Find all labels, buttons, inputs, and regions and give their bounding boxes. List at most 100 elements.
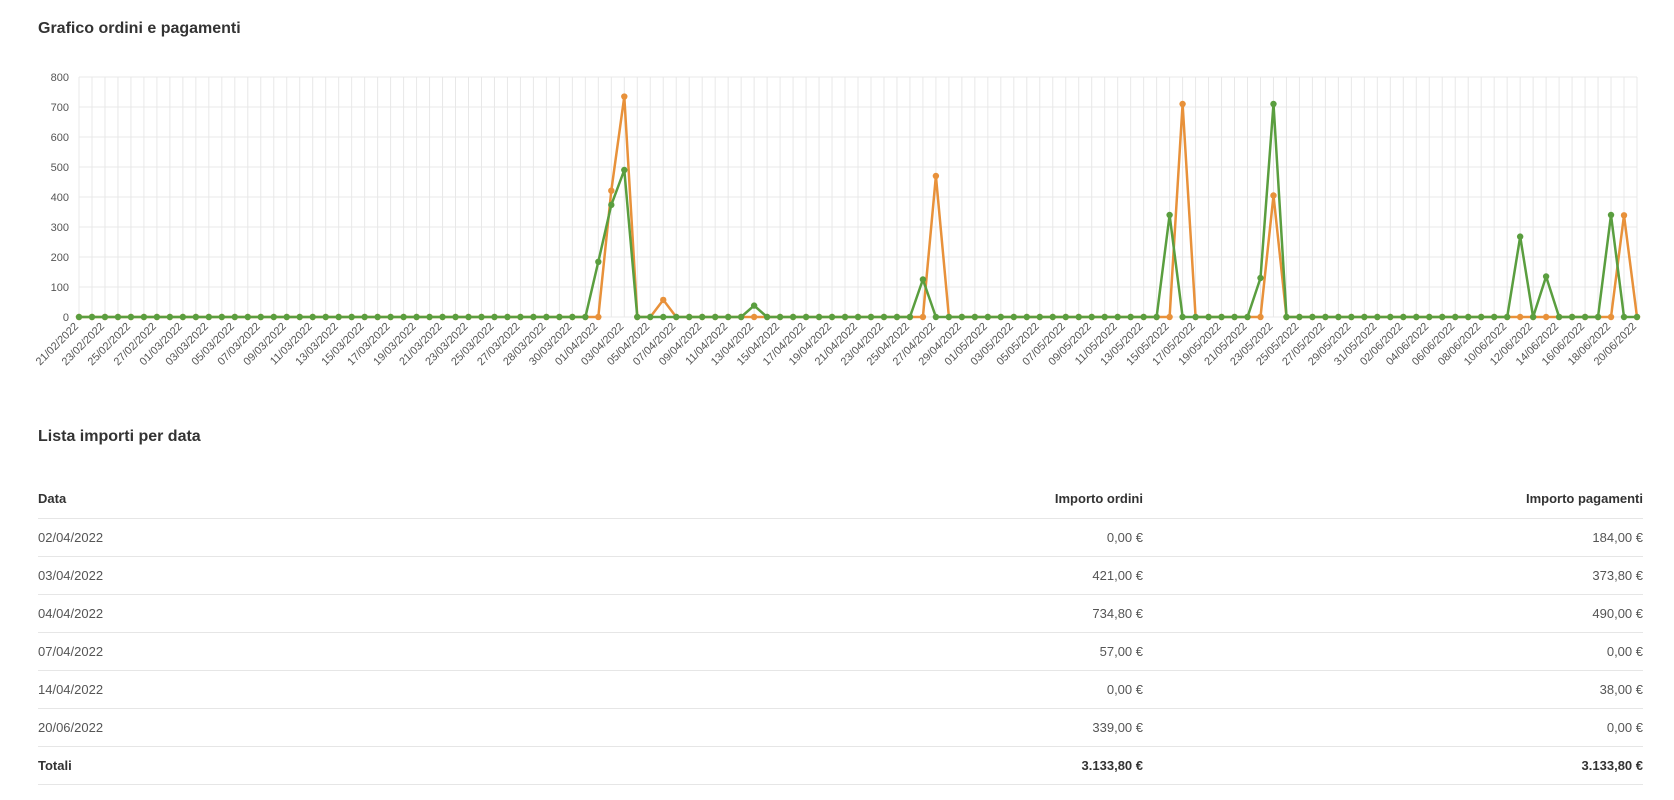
- data-point: [971, 313, 979, 321]
- data-point: [647, 313, 654, 321]
- y-tick-label: 100: [51, 282, 69, 294]
- data-point: [1542, 273, 1550, 280]
- data-point: [932, 172, 940, 180]
- data-point: [595, 258, 602, 265]
- data-point: [1426, 313, 1433, 321]
- data-point: [1452, 313, 1459, 321]
- data-point: [867, 313, 875, 321]
- data-point: [1114, 313, 1121, 321]
- data-point: [1387, 313, 1394, 321]
- data-point: [426, 313, 433, 321]
- data-point: [465, 313, 472, 321]
- data-point: [478, 313, 485, 321]
- chart-title: Grafico ordini e pagamenti: [38, 20, 241, 37]
- data-point: [127, 313, 135, 321]
- cell-date: 04/04/2022: [38, 594, 598, 633]
- data-point: [1555, 313, 1563, 321]
- data-point: [1335, 313, 1342, 321]
- data-point: [1361, 313, 1368, 321]
- data-point: [1179, 313, 1186, 321]
- data-point: [1542, 313, 1550, 321]
- data-point: [1594, 313, 1602, 321]
- cell-payments: 38,00 €: [1143, 670, 1643, 709]
- data-point: [387, 313, 394, 321]
- data-point: [1607, 313, 1615, 321]
- cell-payments: 373,80 €: [1143, 556, 1643, 595]
- cell-date: 02/04/2022: [38, 518, 598, 557]
- data-point: [932, 313, 940, 321]
- data-point: [906, 313, 914, 321]
- table-row: 14/04/2022 0,00 € 38,00 €: [38, 670, 1643, 709]
- data-point: [1439, 313, 1446, 321]
- data-point: [673, 313, 680, 321]
- data-point: [828, 313, 836, 321]
- data-point: [1205, 313, 1212, 321]
- column-header-payments: Importo pagamenti: [1143, 478, 1643, 519]
- data-point: [1465, 313, 1472, 321]
- y-tick-label: 800: [51, 72, 69, 84]
- data-point: [776, 313, 784, 321]
- data-point: [854, 313, 862, 321]
- data-point: [153, 313, 161, 321]
- data-point: [595, 313, 602, 321]
- data-point: [1192, 313, 1199, 321]
- data-point: [815, 313, 823, 321]
- cell-orders: 421,00 €: [598, 556, 1143, 595]
- data-point: [724, 313, 732, 321]
- table-title: Lista importi per data: [38, 428, 201, 445]
- data-point: [179, 313, 187, 321]
- cell-payments: 184,00 €: [1143, 518, 1643, 557]
- data-point: [750, 313, 758, 321]
- y-tick-label: 300: [51, 222, 69, 234]
- data-point: [1581, 313, 1589, 321]
- cell-orders: 57,00 €: [598, 632, 1143, 671]
- data-point: [984, 313, 992, 321]
- data-point: [413, 313, 420, 321]
- column-header-orders: Importo ordini: [598, 478, 1143, 519]
- data-point: [270, 313, 277, 321]
- cell-date: 07/04/2022: [38, 632, 598, 671]
- data-point: [361, 313, 368, 321]
- data-point: [140, 313, 148, 321]
- y-tick-label: 0: [63, 312, 69, 324]
- y-tick-label: 500: [51, 162, 69, 174]
- column-header-date: Data: [38, 478, 598, 519]
- data-point: [101, 313, 109, 321]
- data-point: [919, 313, 927, 321]
- data-point: [1620, 313, 1628, 321]
- cell-orders: 339,00 €: [598, 708, 1143, 747]
- data-point: [75, 313, 83, 321]
- data-point: [1400, 313, 1407, 321]
- data-point: [1088, 313, 1095, 321]
- data-point: [634, 313, 641, 321]
- data-point: [1620, 212, 1628, 219]
- cell-payments: 0,00 €: [1143, 632, 1643, 671]
- data-point: [1153, 313, 1160, 321]
- totals-label: Totali: [38, 746, 598, 785]
- cell-date: 14/04/2022: [38, 670, 598, 709]
- data-point: [1140, 313, 1147, 321]
- data-point: [400, 313, 407, 321]
- data-point: [1568, 313, 1576, 321]
- data-point: [1101, 313, 1108, 321]
- y-tick-label: 700: [51, 102, 69, 114]
- data-point: [1127, 313, 1134, 321]
- data-point: [114, 313, 122, 321]
- data-point: [1413, 313, 1420, 321]
- data-point: [1309, 313, 1316, 321]
- data-point: [374, 313, 381, 321]
- data-point: [660, 313, 667, 321]
- data-point: [997, 313, 1005, 321]
- data-point: [1036, 313, 1043, 321]
- data-point: [543, 313, 550, 321]
- data-point: [231, 313, 238, 321]
- data-point: [958, 313, 966, 321]
- data-point: [763, 313, 771, 321]
- data-point: [711, 313, 719, 321]
- data-point: [296, 313, 303, 321]
- data-point: [1490, 313, 1498, 321]
- y-tick-label: 600: [51, 132, 69, 144]
- cell-date: 20/06/2022: [38, 708, 598, 747]
- data-point: [582, 313, 589, 321]
- totals-row: Totali 3.133,80 € 3.133,80 €: [38, 746, 1643, 785]
